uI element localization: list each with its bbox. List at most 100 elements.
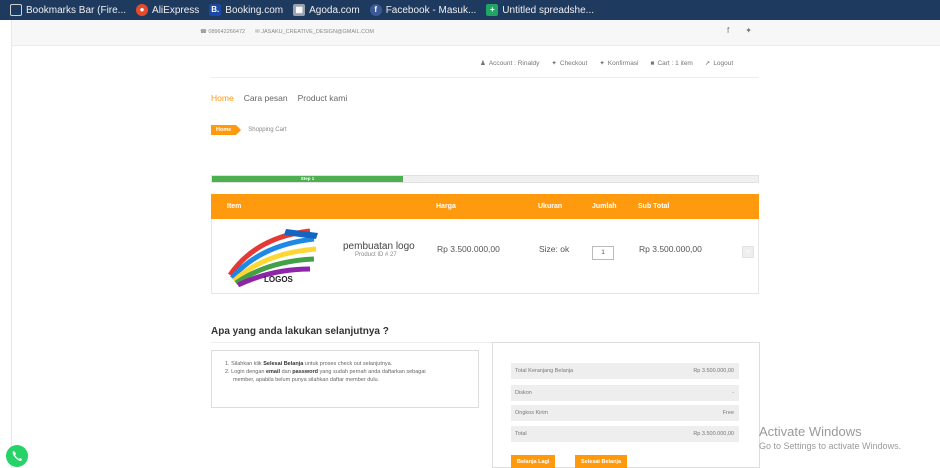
facebook-icon[interactable]: f [727,26,729,35]
breadcrumb: Home Shopping Cart [211,125,287,135]
folder-icon [10,4,22,16]
bookmark-label: Agoda.com [309,4,360,16]
finish-shopping-button[interactable]: Selesai Belanja [575,455,628,468]
main-nav: Home Cara pesan Product kami [211,93,347,103]
whatsapp-icon[interactable] [6,445,28,467]
summary-row-total-cart: Total Keranjang Belanja Rp 3.500.000,00 [511,363,739,379]
header-ukuran: Ukuran [538,203,563,210]
product-name[interactable]: pembuatan logo [343,241,415,252]
logout-icon: ➚ [704,60,711,67]
header-subtotal: Sub Total [638,203,670,210]
checkout-link[interactable]: ✦ Checkout [551,59,588,68]
summary-value: Rp 3.500.000,00 [693,368,734,374]
bookmark-facebook[interactable]: f Facebook - Masuk... [369,4,477,16]
instruction-text: dan [280,369,293,375]
top-contact-bar: ☎ 089642266472 ✉ JASAKU_CREATIVE_DESIGN@… [12,20,940,46]
summary-value: - [732,390,734,396]
summary-label: Ongkos Kirim [515,410,549,416]
instruction-strong: Selesai Belanja [263,361,304,367]
account-nav: ♟ Account : Rinaldy ✦ Checkout ✦ Konfirmasi… [480,59,734,68]
breadcrumb-home[interactable]: Home [211,125,242,135]
bookmark-folder[interactable]: Bookmarks Bar (Fire... [10,4,126,16]
instruction-text: untuk proses check out selanjutnya. [303,361,393,367]
bookmark-sheets[interactable]: + Untitled spreadshe... [486,4,594,16]
facebook-icon: f [369,4,382,16]
logo-image-text: LOGOS [264,275,293,284]
bookmark-label: Booking.com [225,4,284,16]
instruction-text: 2. Login dengan [225,369,266,375]
konfirmasi-label: Konfirmasi [607,59,639,67]
konfirmasi-link[interactable]: ✦ Konfirmasi [599,59,639,68]
confirm-icon: ✦ [599,60,605,67]
summary-row-diskon: Diskon - [511,385,739,401]
next-steps-title: Apa yang anda lakukan selanjutnya ? [211,326,389,337]
continue-shopping-button[interactable]: Belanja Lagi [511,455,556,468]
product-price: Rp 3.500.000,00 [437,244,500,254]
progress-fill: Step 1 [212,176,404,182]
checkout-icon: ✦ [551,60,557,67]
header-harga: Harga [436,203,456,210]
summary-label: Total Keranjang Belanja [515,368,574,374]
cart-table-header: Item Harga Ukuran Jumlah Sub Total [211,194,759,219]
watermark-title: Activate Windows [759,424,862,439]
cart-label: Cart : 1 item [657,59,693,67]
windows-activation-watermark: Activate Windows Go to Settings to activ… [759,424,901,451]
bookmark-label: Bookmarks Bar (Fire... [26,4,127,16]
instruction-text: 1. Silahkan klik [225,361,264,367]
nav-cara-pesan[interactable]: Cara pesan [244,93,288,103]
summary-row-ongkir: Ongkos Kirim Free [511,405,739,421]
bookmark-booking[interactable]: B. Booking.com [209,4,283,16]
booking-icon: B. [209,4,222,16]
checkout-label: Checkout [559,59,588,67]
twitter-icon[interactable]: ✦ [745,26,752,35]
summary-value: Rp 3.500.000,00 [693,431,734,437]
instruction-line-2: 2. Login dengan email dan password yang … [225,368,468,376]
email-address[interactable]: ✉ JASAKU_CREATIVE_DESIGN@GMAIL.COM [255,29,374,35]
watermark-subtitle: Go to Settings to activate Windows. [759,441,902,451]
remove-item-button[interactable]: × [742,246,754,258]
contact-info: ☎ 089642266472 ✉ JASAKU_CREATIVE_DESIGN@… [200,29,374,35]
next-steps-instructions: 1. Silahkan klik Selesai Belanja untuk p… [211,350,479,408]
logout-label: Logout [713,59,734,67]
instruction-strong: email [265,369,281,375]
sheets-icon: + [486,4,499,16]
bookmarks-bar: Bookmarks Bar (Fire... ● AliExpress B. B… [0,0,940,20]
product-subtotal: Rp 3.500.000,00 [639,244,702,254]
product-image[interactable]: LOGOS [226,225,320,288]
aliexpress-icon: ● [136,4,149,16]
nav-product[interactable]: Product kami [298,93,348,103]
account-label: Account : Rinaldy [488,59,540,67]
summary-label: Total [515,431,527,437]
nav-home[interactable]: Home [211,93,234,103]
summary-label: Diskon [515,390,532,396]
logout-link[interactable]: ➚ Logout [704,59,734,68]
instruction-line-3: member, apabila belum punya silahkan daf… [233,377,380,383]
user-icon: ♟ [480,60,486,67]
product-size: Size: ok [539,244,570,254]
instruction-text: yang sudah pernah anda daftarkan sebagai [317,369,426,375]
social-links: f ✦ [727,26,752,35]
header-jumlah: Jumlah [592,203,617,210]
whatsapp-phone-icon [12,451,22,461]
quantity-input[interactable]: 1 [592,246,614,260]
bookmark-label: Untitled spreadshe... [502,4,594,16]
account-link[interactable]: ♟ Account : Rinaldy [480,59,540,68]
bookmark-label: Facebook - Masuk... [385,4,477,16]
summary-row-total: Total Rp 3.500.000,00 [511,426,739,442]
agoda-icon: ▦ [293,4,306,16]
left-strip [0,20,12,468]
divider [211,77,759,78]
instruction-line-1: 1. Silahkan klik Selesai Belanja untuk p… [225,360,468,368]
checkout-progress: Step 1 [211,175,759,183]
summary-value: Free [722,410,734,416]
cart-icon: ■ [650,59,655,67]
bookmark-agoda[interactable]: ▦ Agoda.com [293,4,360,16]
header-item: Item [227,203,242,210]
cart-link[interactable]: ■ Cart : 1 item [651,59,693,67]
phone-number: ☎ 089642266472 [200,29,246,35]
order-summary: Total Keranjang Belanja Rp 3.500.000,00 … [492,342,760,468]
bookmark-aliexpress[interactable]: ● AliExpress [136,4,199,16]
instruction-strong: password [292,369,318,375]
close-icon: × [745,249,751,256]
product-id: Product ID # 27 [355,252,397,258]
